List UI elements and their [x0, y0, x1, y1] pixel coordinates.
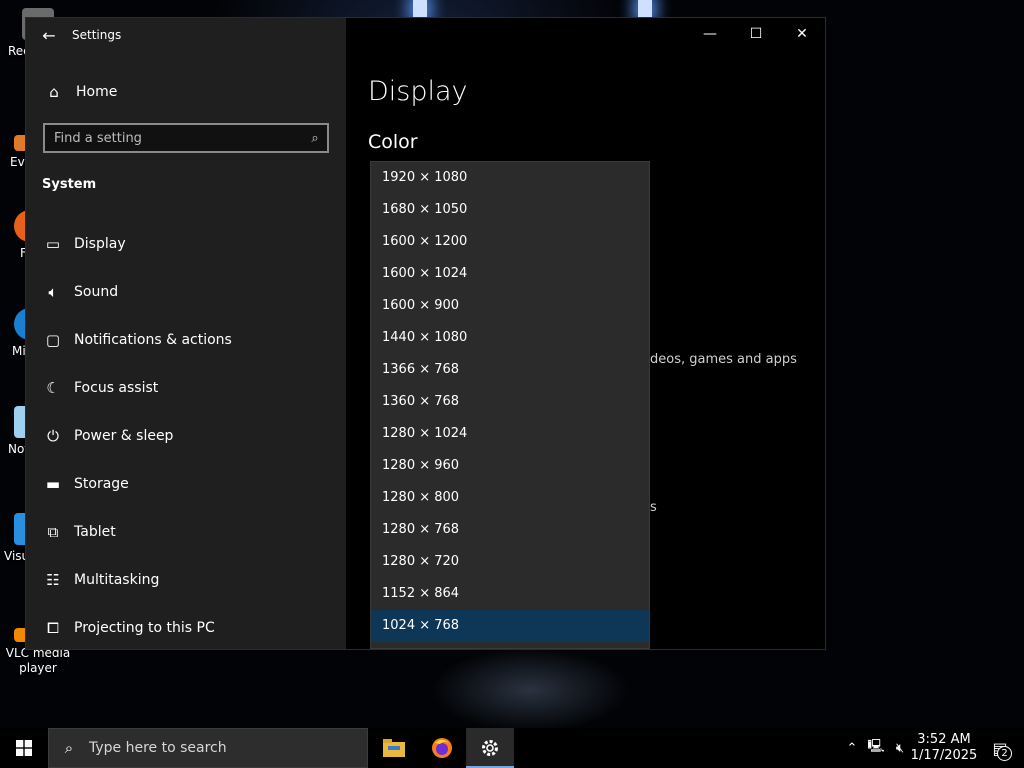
monitor-icon: ▭	[45, 235, 61, 253]
chevron-up-icon: ⌃	[846, 740, 858, 756]
taskbar-search-placeholder: Type here to search	[89, 740, 227, 756]
volume-button[interactable]: 🔇︎	[888, 728, 912, 768]
folder-icon	[383, 739, 405, 757]
home-icon: ⌂	[49, 83, 59, 101]
network-button[interactable]: 🖳︎	[864, 728, 888, 768]
nav-section-title: System	[42, 177, 97, 192]
firefox-icon	[432, 738, 452, 758]
taskbar-file-explorer[interactable]	[370, 728, 418, 768]
action-center-button[interactable]: ▤ 2	[976, 728, 1024, 768]
speaker-icon: 🔈︎	[48, 283, 58, 301]
resolution-option[interactable]: 1440 × 1080	[371, 322, 649, 354]
wallpaper-light-left	[413, 0, 427, 18]
nav-item-projecting[interactable]: ⧠ Projecting to this PC	[26, 604, 346, 652]
clock-date: 1/17/2025	[910, 748, 978, 763]
nav-home[interactable]: ⌂ Home	[26, 74, 346, 110]
moon-icon: ☾	[46, 379, 60, 397]
settings-nav-pane: ← Settings ⌂ Home ⌕ System ▭ Display 🔈︎ …	[26, 18, 346, 649]
close-button[interactable]: ✕	[779, 18, 825, 50]
resolution-option[interactable]: 1360 × 768	[371, 386, 649, 418]
tablet-icon: ⧉	[47, 523, 59, 541]
projecting-icon: ⧠	[46, 619, 59, 637]
nav-item-display[interactable]: ▭ Display	[26, 220, 346, 268]
clock[interactable]: 3:52 AM 1/17/2025	[910, 728, 978, 768]
start-button[interactable]	[0, 728, 48, 768]
resolution-option[interactable]: 1600 × 1200	[371, 226, 649, 258]
wallpaper-light-right	[638, 0, 652, 18]
notification-icon: ▢	[45, 331, 61, 349]
notification-count-badge: 2	[997, 746, 1012, 761]
nav-item-label: Focus assist	[74, 380, 159, 396]
network-icon: 🖳︎	[867, 739, 885, 754]
system-tray: ⌃ 🖳︎ 🔇︎ 3:52 AM 1/17/2025 ▤ 2	[840, 728, 1024, 768]
nav-item-sound[interactable]: 🔈︎ Sound	[26, 268, 346, 316]
nav-item-label: Storage	[74, 476, 129, 492]
nav-home-label: Home	[76, 84, 118, 100]
show-hidden-icons-button[interactable]: ⌃	[840, 728, 864, 768]
resolution-option[interactable]: 1280 × 1024	[371, 418, 649, 450]
nav-item-label: Projecting to this PC	[74, 620, 215, 636]
nav-list: ▭ Display 🔈︎ Sound ▢ Notifications & act…	[26, 220, 346, 652]
search-icon[interactable]: ⌕	[303, 131, 327, 146]
resolution-option[interactable]: 1600 × 1024	[371, 258, 649, 290]
color-section-title: Color	[368, 131, 418, 153]
hdr-description-text: deos, games and apps	[650, 352, 797, 367]
resolution-option[interactable]: 1920 × 1080	[371, 162, 649, 194]
nav-item-label: Display	[74, 236, 126, 252]
resolution-option[interactable]: 1152 × 864	[371, 578, 649, 610]
nav-item-label: Power & sleep	[74, 428, 174, 444]
power-icon: ⏻	[47, 427, 59, 445]
find-setting-box: ⌕	[43, 123, 329, 153]
resolution-option[interactable]: 1280 × 720	[371, 546, 649, 578]
minimize-button[interactable]: —	[687, 18, 733, 50]
clock-time: 3:52 AM	[917, 732, 971, 747]
nav-item-tablet[interactable]: ⧉ Tablet	[26, 508, 346, 556]
taskbar-search[interactable]: ⌕ Type here to search	[48, 728, 368, 768]
nav-item-notifications[interactable]: ▢ Notifications & actions	[26, 316, 346, 364]
resolution-option[interactable]: 1680 × 1050	[371, 194, 649, 226]
obscured-text: s	[650, 500, 657, 515]
resolution-option-selected[interactable]: 1024 × 768	[371, 610, 649, 642]
search-icon: ⌕	[64, 739, 74, 757]
resolution-dropdown-list[interactable]: 1920 × 1080 1680 × 1050 1600 × 1200 1600…	[370, 161, 650, 649]
storage-icon: ▬	[45, 475, 61, 493]
nav-item-focus-assist[interactable]: ☾ Focus assist	[26, 364, 346, 412]
back-arrow-icon: ←	[42, 25, 56, 45]
nav-item-label: Multitasking	[74, 572, 160, 588]
maximize-icon: ☐	[749, 26, 763, 42]
windows-logo-icon	[16, 740, 32, 756]
resolution-option[interactable]: 1600 × 900	[371, 290, 649, 322]
nav-item-storage[interactable]: ▬ Storage	[26, 460, 346, 508]
back-button[interactable]: ←	[26, 18, 72, 52]
nav-item-label: Sound	[74, 284, 119, 300]
nav-item-multitasking[interactable]: ☷ Multitasking	[26, 556, 346, 604]
taskbar: ⌕ Type here to search ⌃ 🖳︎ 🔇︎ 3:52 AM 1/…	[0, 728, 1024, 768]
multitasking-icon: ☷	[46, 571, 60, 589]
nav-item-label: Tablet	[74, 524, 116, 540]
close-icon: ✕	[796, 26, 808, 42]
window-title: Settings	[72, 28, 122, 42]
resolution-option[interactable]: 1280 × 768	[371, 514, 649, 546]
nav-item-label: Notifications & actions	[74, 332, 232, 348]
page-title: Display	[368, 76, 468, 107]
volume-muted-icon: 🔇︎	[895, 740, 905, 756]
title-bar: ← Settings	[26, 18, 346, 52]
window-controls: — ☐ ✕	[687, 18, 825, 50]
resolution-option[interactable]: 1280 × 800	[371, 482, 649, 514]
find-setting-input[interactable]	[45, 129, 303, 147]
taskbar-settings[interactable]	[466, 728, 514, 768]
nav-item-power-sleep[interactable]: ⏻ Power & sleep	[26, 412, 346, 460]
maximize-button[interactable]: ☐	[733, 18, 779, 50]
taskbar-firefox[interactable]	[418, 728, 466, 768]
resolution-option[interactable]: 1280 × 960	[371, 450, 649, 482]
minimize-icon: —	[703, 26, 717, 42]
gear-icon	[482, 740, 498, 756]
resolution-option[interactable]: 1366 × 768	[371, 354, 649, 386]
